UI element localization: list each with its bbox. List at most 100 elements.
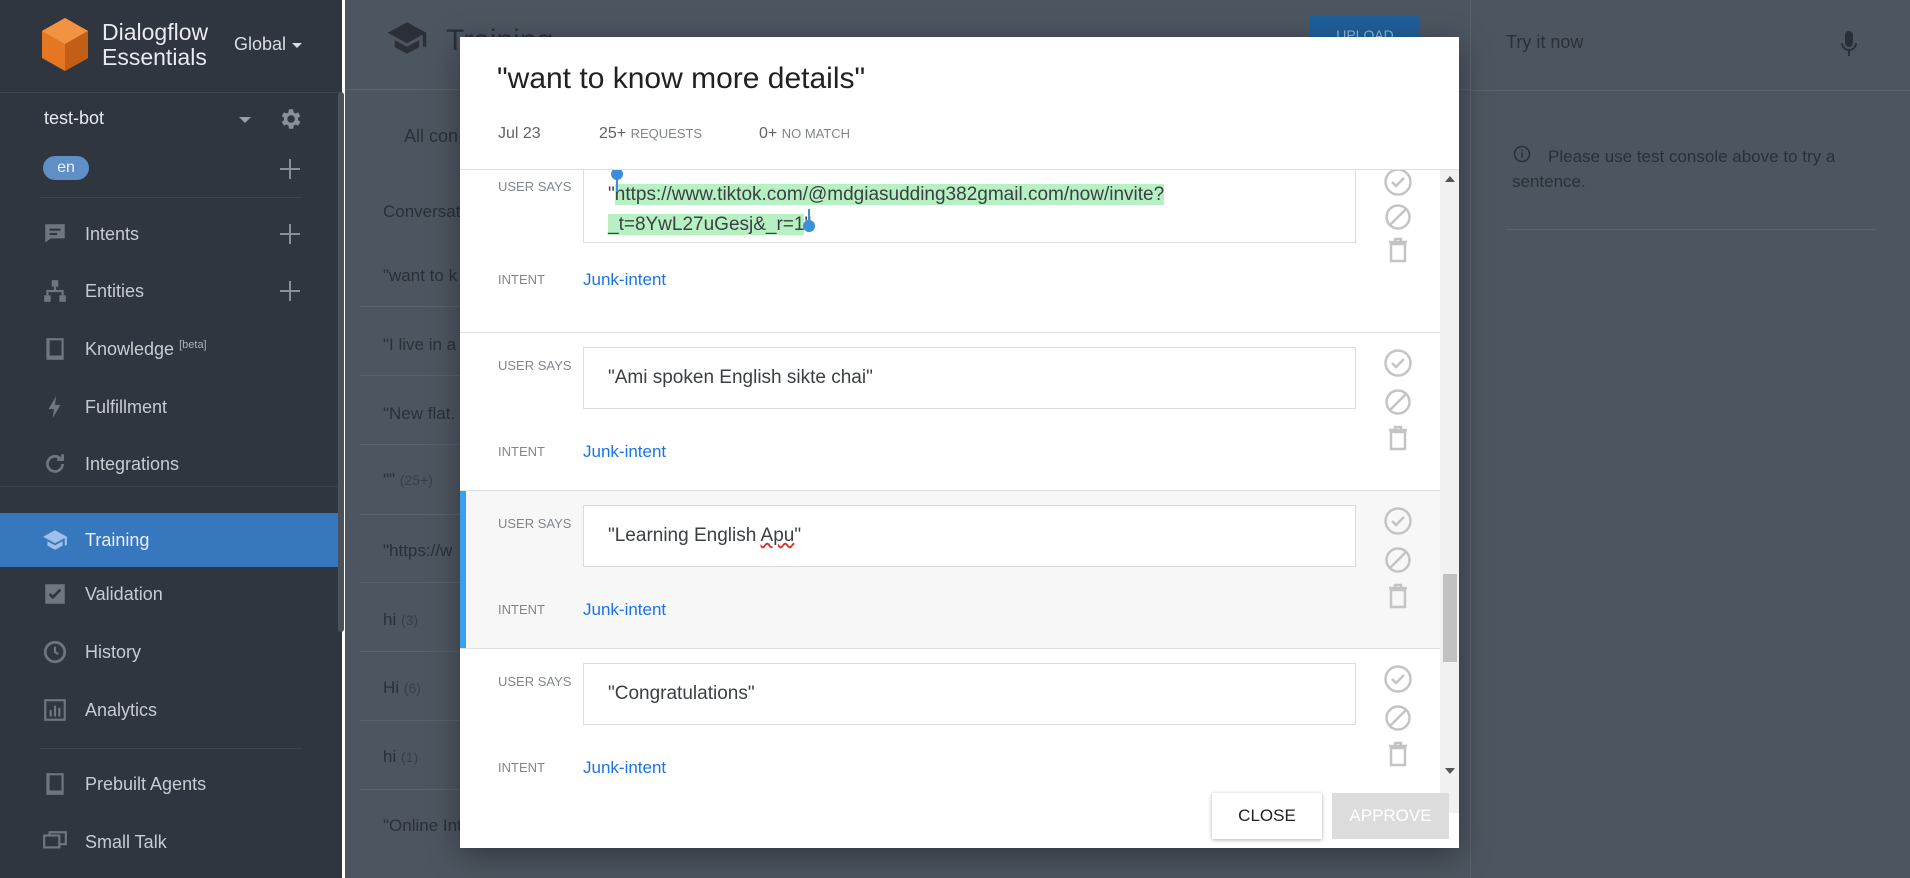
divider <box>360 582 470 583</box>
sidebar-item-knowledge[interactable]: Knowledge [beta] <box>0 324 342 374</box>
list-item-count: (1) <box>400 749 419 765</box>
sidebar-item-label: Small Talk <box>85 831 167 852</box>
scroll-down-arrow-icon[interactable] <box>1445 768 1455 774</box>
tab-all-conversations[interactable]: All con <box>404 126 458 147</box>
chat-bubbles-icon <box>43 831 67 849</box>
nomatch-label: NO MATCH <box>781 126 851 141</box>
hierarchy-icon <box>44 280 66 302</box>
intent-label: INTENT <box>498 444 545 459</box>
intent-link[interactable]: Junk-intent <box>583 442 666 462</box>
block-icon[interactable] <box>1383 387 1413 417</box>
highlighted-text[interactable]: https://www.tiktok.com/@mdgiasudding382g… <box>608 184 1165 235</box>
list-item[interactable]: hi (3) <box>383 610 418 630</box>
add-language-icon[interactable] <box>280 159 300 179</box>
knowledge-label: Knowledge <box>85 338 175 359</box>
trash-icon[interactable] <box>1383 739 1413 769</box>
trash-icon[interactable] <box>1383 423 1413 453</box>
close-button[interactable]: CLOSE <box>1212 793 1322 839</box>
add-entity-icon[interactable] <box>280 281 300 301</box>
refresh-icon <box>46 454 64 473</box>
sidebar-item-history[interactable]: History <box>0 627 342 677</box>
misspelled-word: Apu <box>760 525 795 546</box>
divider <box>40 197 302 198</box>
user-says-label: USER SAYS <box>498 516 572 531</box>
block-icon[interactable] <box>1383 202 1413 232</box>
user-says-label: USER SAYS <box>498 674 572 689</box>
sidebar-item-label: Validation <box>85 583 163 604</box>
list-item[interactable]: "I live in a <box>383 335 456 355</box>
sidebar-item-validation[interactable]: Validation <box>0 569 342 619</box>
block-icon[interactable] <box>1383 545 1413 575</box>
sidebar-item-label: History <box>85 641 142 662</box>
scroll-up-arrow-icon[interactable] <box>1445 176 1455 182</box>
graduation-cap-icon <box>43 530 67 550</box>
list-item-count: (3) <box>400 612 419 628</box>
bolt-icon <box>48 396 61 418</box>
list-item-text: Hi <box>383 678 400 697</box>
region-selector[interactable]: Global <box>234 34 302 55</box>
sidebar-item-label: Knowledge [beta] <box>85 339 207 360</box>
dialog-body: USER SAYS "https://www.tiktok.com/@mdgia… <box>460 170 1440 813</box>
list-item-text: "https://w <box>383 541 453 560</box>
intent-link[interactable]: Junk-intent <box>583 600 666 620</box>
intent-link[interactable]: Junk-intent <box>583 270 666 290</box>
sidebar-item-small-talk[interactable]: Small Talk <box>0 817 342 867</box>
agent-dropdown-icon[interactable] <box>239 117 251 123</box>
list-item[interactable]: "want to k <box>383 266 457 286</box>
list-item[interactable]: Hi (6) <box>383 678 421 698</box>
list-item[interactable]: "Online Int <box>383 816 462 836</box>
approve-check-icon[interactable] <box>1383 170 1413 197</box>
microphone-icon[interactable] <box>1840 30 1858 58</box>
sidebar-item-label: Analytics <box>85 699 158 720</box>
user-says-input[interactable]: "Ami spoken English sikte chai" <box>583 347 1356 409</box>
graduation-cap-icon <box>387 22 427 54</box>
trash-icon[interactable] <box>1383 581 1413 611</box>
approve-check-icon[interactable] <box>1383 348 1413 378</box>
gear-icon[interactable] <box>277 106 303 132</box>
sidebar-item-label: Intents <box>85 223 140 244</box>
agent-name[interactable]: test-bot <box>44 108 104 129</box>
list-item-text: "I live in a <box>383 335 457 354</box>
list-item-text: "Online Int <box>383 816 462 835</box>
divider <box>360 514 470 515</box>
sidebar-item-training[interactable]: Training <box>0 513 342 567</box>
list-item[interactable]: hi (1) <box>383 747 418 767</box>
add-intent-icon[interactable] <box>280 224 300 244</box>
list-item-count: (6) <box>403 680 421 696</box>
requests-label: REQUESTS <box>630 126 703 141</box>
book-icon <box>46 773 64 795</box>
user-says-text: "Learning English <box>608 525 761 546</box>
sidebar-scrollbar[interactable] <box>338 92 344 632</box>
selection-end-handle[interactable] <box>803 220 815 232</box>
user-says-input[interactable]: "Congratulations" <box>583 663 1356 725</box>
list-item[interactable]: "https://w <box>383 541 452 561</box>
try-it-now-input[interactable]: Try it now <box>1506 32 1583 53</box>
user-says-input[interactable]: "https://www.tiktok.com/@mdgiasudding382… <box>583 170 1356 243</box>
sidebar-item-analytics[interactable]: Analytics <box>0 685 342 735</box>
beta-badge: [beta] <box>179 338 207 351</box>
sidebar-item-integrations[interactable]: Integrations <box>0 439 342 489</box>
approve-check-icon[interactable] <box>1383 664 1413 694</box>
approve-button[interactable]: APPROVE <box>1332 793 1449 839</box>
conversation-dialog: "want to know more details" Jul 23 25+ R… <box>460 37 1459 848</box>
nomatch-stat: 0+ NO MATCH <box>759 125 850 143</box>
language-pill[interactable]: en <box>43 156 89 180</box>
trash-icon[interactable] <box>1383 235 1413 265</box>
list-item[interactable]: "" (25+) <box>383 470 433 490</box>
intent-link[interactable]: Junk-intent <box>583 758 666 778</box>
dialog-scrollbar[interactable] <box>1440 170 1459 813</box>
list-item-count: (25+) <box>399 472 433 488</box>
list-item-text: hi <box>383 610 397 629</box>
brand[interactable]: Dialogflow Essentials <box>40 16 208 74</box>
divider <box>360 789 470 790</box>
sidebar-item-prebuilt-agents[interactable]: Prebuilt Agents <box>0 759 342 809</box>
scrollbar-thumb[interactable] <box>1443 574 1457 662</box>
sidebar-item-fulfillment[interactable]: Fulfillment <box>0 382 342 432</box>
user-says-input[interactable]: "Learning English Apu" <box>583 505 1356 567</box>
dialogflow-logo-icon <box>42 18 88 71</box>
sidebar-item-label: Prebuilt Agents <box>85 773 207 794</box>
list-item[interactable]: "New flat. <box>383 404 455 424</box>
block-icon[interactable] <box>1383 703 1413 733</box>
training-example: USER SAYS "Ami spoken English sikte chai… <box>460 333 1440 491</box>
approve-check-icon[interactable] <box>1383 506 1413 536</box>
